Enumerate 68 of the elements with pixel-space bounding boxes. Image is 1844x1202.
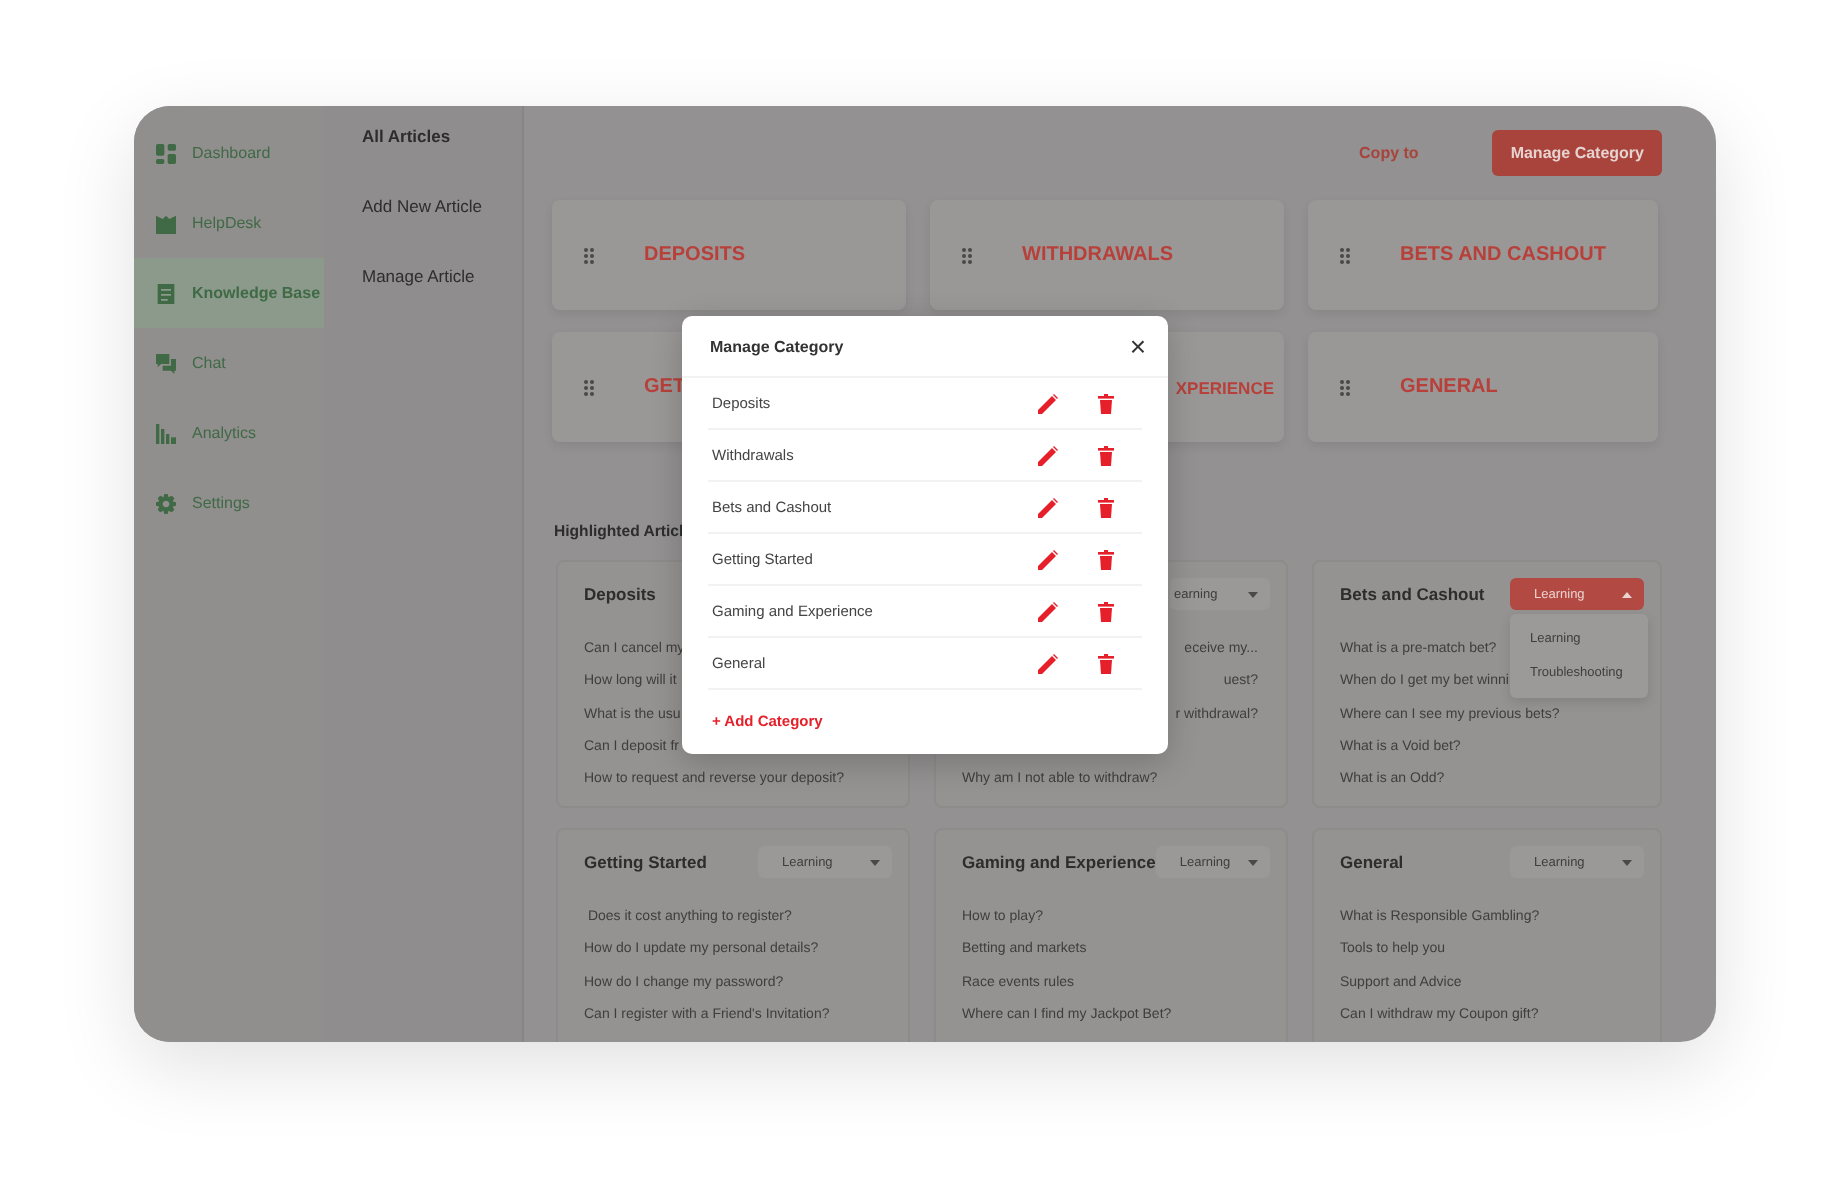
category-title: GENERAL bbox=[1400, 376, 1498, 398]
category-title: GET bbox=[644, 376, 686, 398]
trash-icon bbox=[1098, 445, 1114, 465]
pencil-icon bbox=[1038, 549, 1058, 569]
sidebar-item[interactable]: HelpDesk bbox=[134, 188, 324, 258]
dialog-title: Manage Category bbox=[710, 337, 844, 355]
card-title: Bets and Cashout bbox=[1340, 584, 1485, 604]
copy-to-link[interactable]: Copy to bbox=[1359, 144, 1419, 162]
caret-up-icon bbox=[1622, 591, 1632, 597]
drag-handle-icon bbox=[584, 247, 594, 263]
card-title: General bbox=[1340, 852, 1404, 872]
delete-button[interactable] bbox=[1098, 549, 1114, 569]
trash-icon bbox=[1098, 497, 1114, 517]
trash-icon bbox=[1098, 653, 1114, 673]
edit-button[interactable] bbox=[1038, 497, 1058, 517]
caret-down-icon bbox=[1248, 859, 1258, 865]
caret-down-icon bbox=[870, 859, 880, 865]
category-title: XPERIENCE bbox=[1175, 377, 1274, 397]
close-button[interactable]: × bbox=[1125, 332, 1150, 360]
box-icon bbox=[156, 213, 176, 233]
edit-button[interactable] bbox=[1038, 549, 1058, 569]
drag-handle-icon bbox=[1340, 247, 1350, 263]
trash-icon bbox=[1098, 393, 1114, 413]
category-card[interactable]: DEPOSITS bbox=[552, 200, 906, 310]
category-card[interactable]: BETS AND CASHOUT bbox=[1308, 200, 1658, 310]
drag-handle-icon bbox=[962, 247, 972, 263]
edit-button[interactable] bbox=[1038, 601, 1058, 621]
pencil-icon bbox=[1038, 445, 1058, 465]
trash-icon bbox=[1098, 549, 1114, 569]
caret-down-icon bbox=[1622, 859, 1632, 865]
sidebar-item[interactable]: Chat bbox=[134, 328, 324, 398]
sidebar-item[interactable]: Analytics bbox=[134, 398, 324, 468]
drag-handle-icon bbox=[1340, 379, 1350, 395]
pencil-icon bbox=[1038, 653, 1058, 673]
edit-button[interactable] bbox=[1038, 445, 1058, 465]
card-title: Getting Started bbox=[584, 852, 707, 872]
drag-handle-icon bbox=[584, 379, 594, 395]
category-card[interactable]: GENERAL bbox=[1308, 332, 1658, 442]
card-title: Gaming and Experience bbox=[962, 852, 1156, 872]
pencil-icon bbox=[1038, 393, 1058, 413]
bar-chart-icon bbox=[156, 423, 176, 443]
category-title: DEPOSITS bbox=[644, 244, 746, 266]
delete-button[interactable] bbox=[1098, 445, 1114, 465]
pencil-icon bbox=[1038, 601, 1058, 621]
category-title: BETS AND CASHOUT bbox=[1400, 244, 1606, 266]
subnav-item[interactable]: Add New Article bbox=[362, 196, 522, 266]
edit-button[interactable] bbox=[1038, 653, 1058, 673]
trash-icon bbox=[1098, 601, 1114, 621]
caret-down-icon bbox=[1248, 591, 1258, 597]
chat-icon bbox=[156, 353, 176, 373]
subnav-item[interactable]: Manage Article bbox=[362, 266, 522, 336]
subnav-item[interactable]: All Articles bbox=[362, 126, 522, 196]
delete-button[interactable] bbox=[1098, 393, 1114, 413]
delete-button[interactable] bbox=[1098, 653, 1114, 673]
sidebar-item[interactable]: Knowledge Base bbox=[134, 258, 324, 328]
document-icon bbox=[156, 283, 176, 303]
category-card[interactable]: WITHDRAWALS bbox=[930, 200, 1284, 310]
grid-icon bbox=[156, 143, 176, 163]
delete-button[interactable] bbox=[1098, 497, 1114, 517]
category-title: WITHDRAWALS bbox=[1022, 244, 1174, 266]
manage-category-button[interactable]: Manage Category bbox=[1492, 130, 1662, 176]
edit-button[interactable] bbox=[1038, 393, 1058, 413]
sidebar-item[interactable]: Settings bbox=[134, 468, 324, 538]
settings-icon bbox=[156, 493, 176, 513]
delete-button[interactable] bbox=[1098, 601, 1114, 621]
pencil-icon bbox=[1038, 497, 1058, 517]
card-title: Deposits bbox=[584, 584, 656, 604]
sidebar-item[interactable]: Dashboard bbox=[134, 118, 324, 188]
